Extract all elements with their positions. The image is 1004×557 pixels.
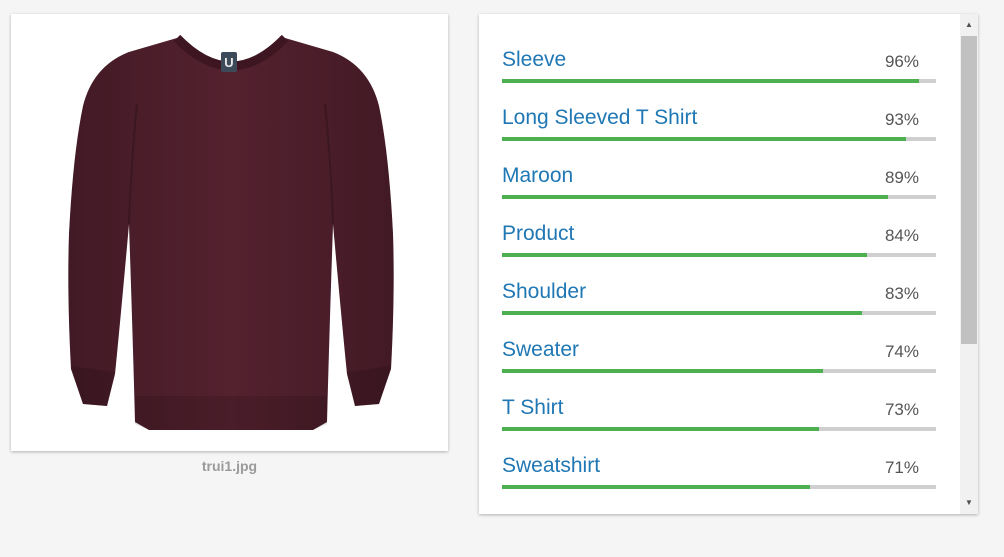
label-name: T Shirt — [502, 396, 564, 419]
confidence-bar-fill — [502, 485, 811, 489]
label-row: T Shirt 73% — [502, 362, 936, 431]
label-percent: 84% — [884, 226, 919, 245]
label-percent: 89% — [884, 168, 919, 187]
right-cuff — [347, 366, 391, 406]
label-name: Sleeve — [502, 48, 567, 71]
label-name: Sweatshirt — [502, 454, 601, 477]
image-filename: trui1.jpg — [201, 458, 258, 474]
label-row: Shoulder 83% — [502, 246, 936, 315]
left-cuff — [71, 366, 115, 406]
scroll-up-arrow-icon[interactable]: ▲ — [960, 16, 978, 34]
label-row: Product 84% — [502, 188, 936, 257]
label-percent: 83% — [884, 284, 919, 303]
confidence-bar-track — [502, 485, 936, 489]
image-card: U — [11, 14, 448, 451]
label-row: Sleeve 96% — [502, 14, 936, 83]
label-percent: 71% — [884, 458, 919, 477]
label-row: Sweatshirt 71% — [502, 420, 936, 489]
brand-logo-letter: U — [224, 55, 233, 70]
label-name: Product — [502, 222, 575, 245]
scroll-down-arrow-icon[interactable]: ▼ — [960, 494, 978, 512]
labels-panel: Sleeve 96% Long Sleeved T Shirt 93% Maro… — [479, 14, 978, 514]
label-name: Shoulder — [502, 280, 587, 303]
label-name: Long Sleeved T Shirt — [502, 106, 698, 129]
waistband — [135, 396, 327, 430]
label-percent: 96% — [884, 52, 919, 71]
label-percent: 73% — [884, 400, 919, 419]
sweater-image: U — [68, 34, 394, 430]
label-percent: 93% — [884, 110, 919, 129]
label-name: Maroon — [502, 164, 574, 187]
vertical-scrollbar[interactable]: ▲ ▼ — [960, 14, 978, 514]
scrollbar-thumb[interactable] — [961, 36, 977, 344]
label-list: Sleeve 96% Long Sleeved T Shirt 93% Maro… — [502, 14, 936, 489]
label-row: Long Sleeved T Shirt 93% — [502, 72, 936, 141]
sweater-shape: U — [68, 34, 394, 430]
label-name: Sweater — [502, 338, 580, 361]
label-row: Sweater 74% — [502, 304, 936, 373]
label-percent: 74% — [884, 342, 919, 361]
label-row: Maroon 89% — [502, 130, 936, 199]
